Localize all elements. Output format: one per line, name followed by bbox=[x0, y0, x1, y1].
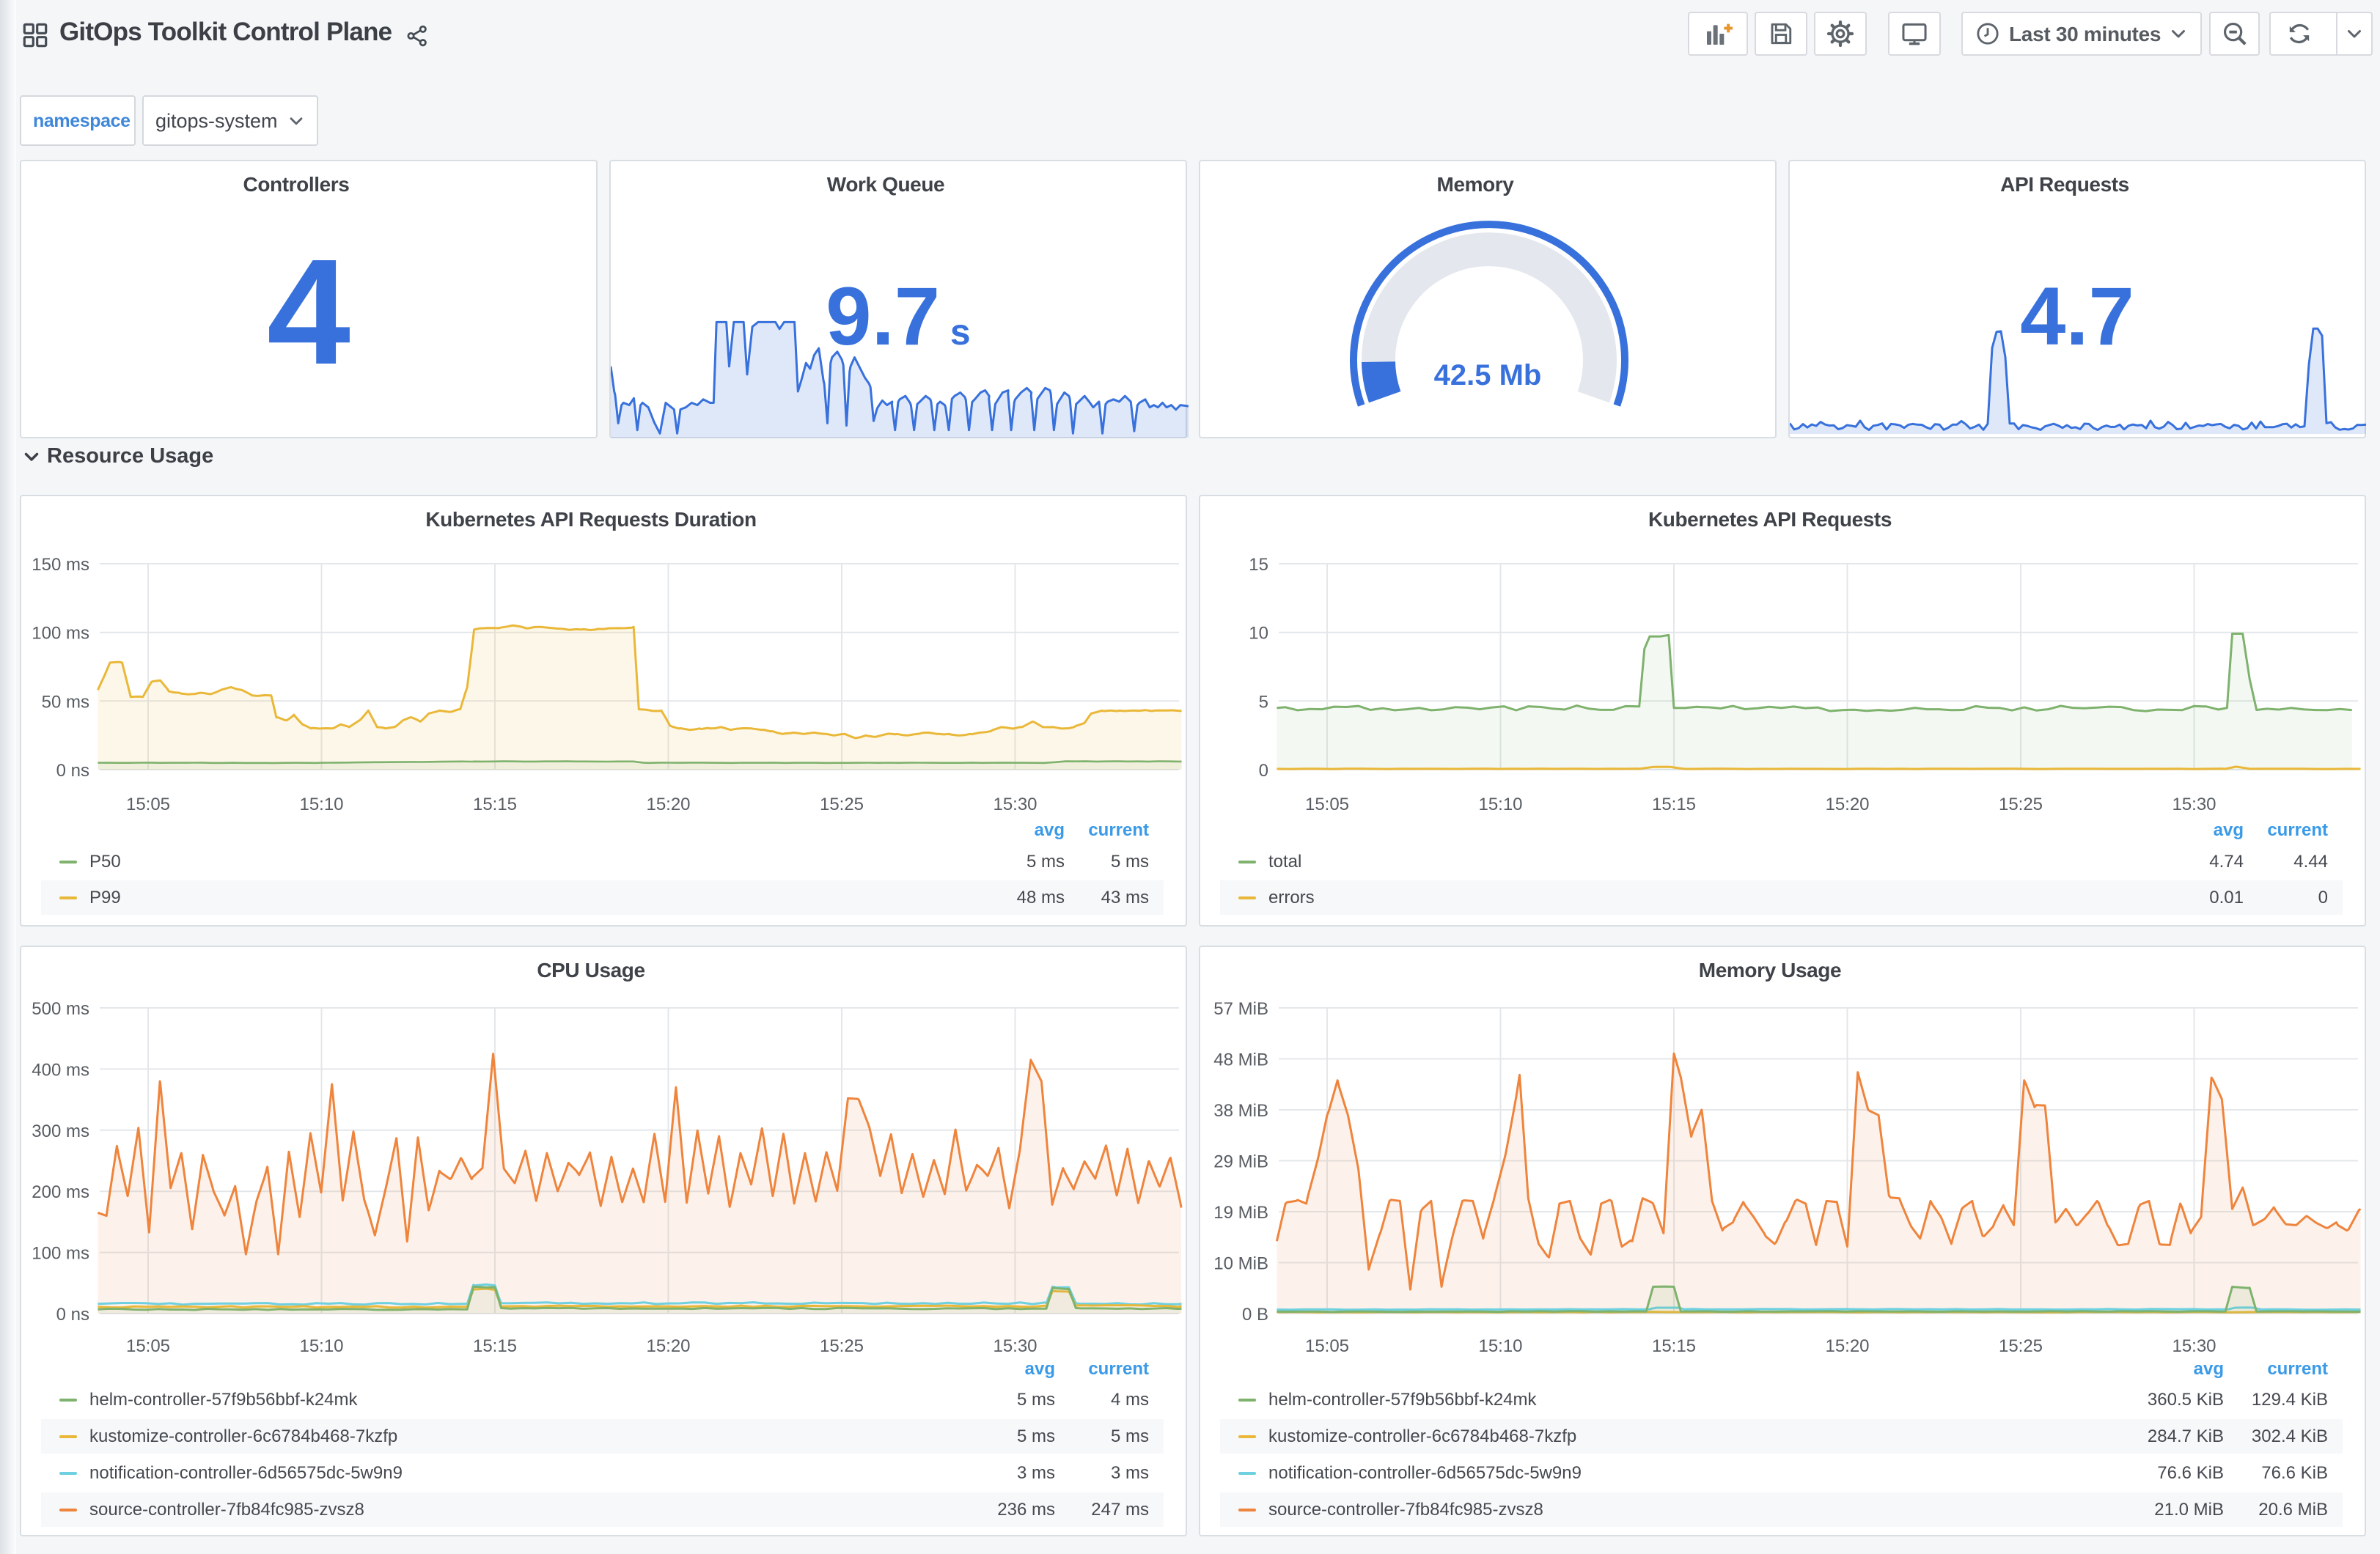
svg-text:15:30: 15:30 bbox=[2172, 795, 2216, 814]
svg-text:15:30: 15:30 bbox=[993, 1336, 1037, 1356]
svg-text:500 ms: 500 ms bbox=[32, 999, 89, 1019]
svg-text:15:15: 15:15 bbox=[473, 795, 517, 814]
svg-text:5: 5 bbox=[1259, 692, 1268, 712]
svg-text:15:20: 15:20 bbox=[646, 795, 690, 814]
svg-text:15:30: 15:30 bbox=[2172, 1336, 2216, 1356]
svg-text:15:30: 15:30 bbox=[993, 795, 1037, 814]
svg-text:48 MiB: 48 MiB bbox=[1213, 1050, 1268, 1070]
svg-text:15:20: 15:20 bbox=[646, 1336, 690, 1356]
svg-text:10: 10 bbox=[1249, 624, 1268, 644]
svg-text:0 ns: 0 ns bbox=[56, 1305, 89, 1325]
svg-text:15:15: 15:15 bbox=[1652, 795, 1696, 814]
svg-text:150 ms: 150 ms bbox=[32, 555, 89, 575]
svg-text:15:20: 15:20 bbox=[1825, 1336, 1869, 1356]
svg-text:400 ms: 400 ms bbox=[32, 1060, 89, 1080]
svg-text:57 MiB: 57 MiB bbox=[1213, 999, 1268, 1019]
svg-text:100 ms: 100 ms bbox=[32, 624, 89, 644]
svg-text:50 ms: 50 ms bbox=[42, 692, 89, 712]
svg-text:15:05: 15:05 bbox=[126, 795, 170, 814]
svg-text:0 B: 0 B bbox=[1242, 1305, 1268, 1325]
svg-text:100 ms: 100 ms bbox=[32, 1244, 89, 1264]
svg-text:15:25: 15:25 bbox=[820, 795, 864, 814]
svg-text:15:25: 15:25 bbox=[1999, 1336, 2043, 1356]
svg-text:15:20: 15:20 bbox=[1825, 795, 1869, 814]
svg-text:15:05: 15:05 bbox=[126, 1336, 170, 1356]
svg-text:29 MiB: 29 MiB bbox=[1213, 1152, 1268, 1172]
svg-text:0 ns: 0 ns bbox=[56, 761, 89, 781]
svg-text:15:10: 15:10 bbox=[299, 795, 343, 814]
svg-text:15:15: 15:15 bbox=[473, 1336, 517, 1356]
svg-text:19 MiB: 19 MiB bbox=[1213, 1203, 1268, 1223]
svg-text:15:05: 15:05 bbox=[1305, 1336, 1349, 1356]
svg-text:15:15: 15:15 bbox=[1652, 1336, 1696, 1356]
svg-text:0: 0 bbox=[1259, 761, 1268, 781]
svg-text:15:05: 15:05 bbox=[1305, 795, 1349, 814]
svg-text:15:10: 15:10 bbox=[299, 1336, 343, 1356]
svg-text:200 ms: 200 ms bbox=[32, 1182, 89, 1202]
svg-text:300 ms: 300 ms bbox=[32, 1122, 89, 1141]
svg-text:10 MiB: 10 MiB bbox=[1213, 1254, 1268, 1274]
svg-text:15:10: 15:10 bbox=[1478, 1336, 1522, 1356]
svg-text:38 MiB: 38 MiB bbox=[1213, 1101, 1268, 1121]
svg-text:15:25: 15:25 bbox=[820, 1336, 864, 1356]
svg-text:15:25: 15:25 bbox=[1999, 795, 2043, 814]
svg-text:15: 15 bbox=[1249, 555, 1268, 575]
svg-text:15:10: 15:10 bbox=[1478, 795, 1522, 814]
